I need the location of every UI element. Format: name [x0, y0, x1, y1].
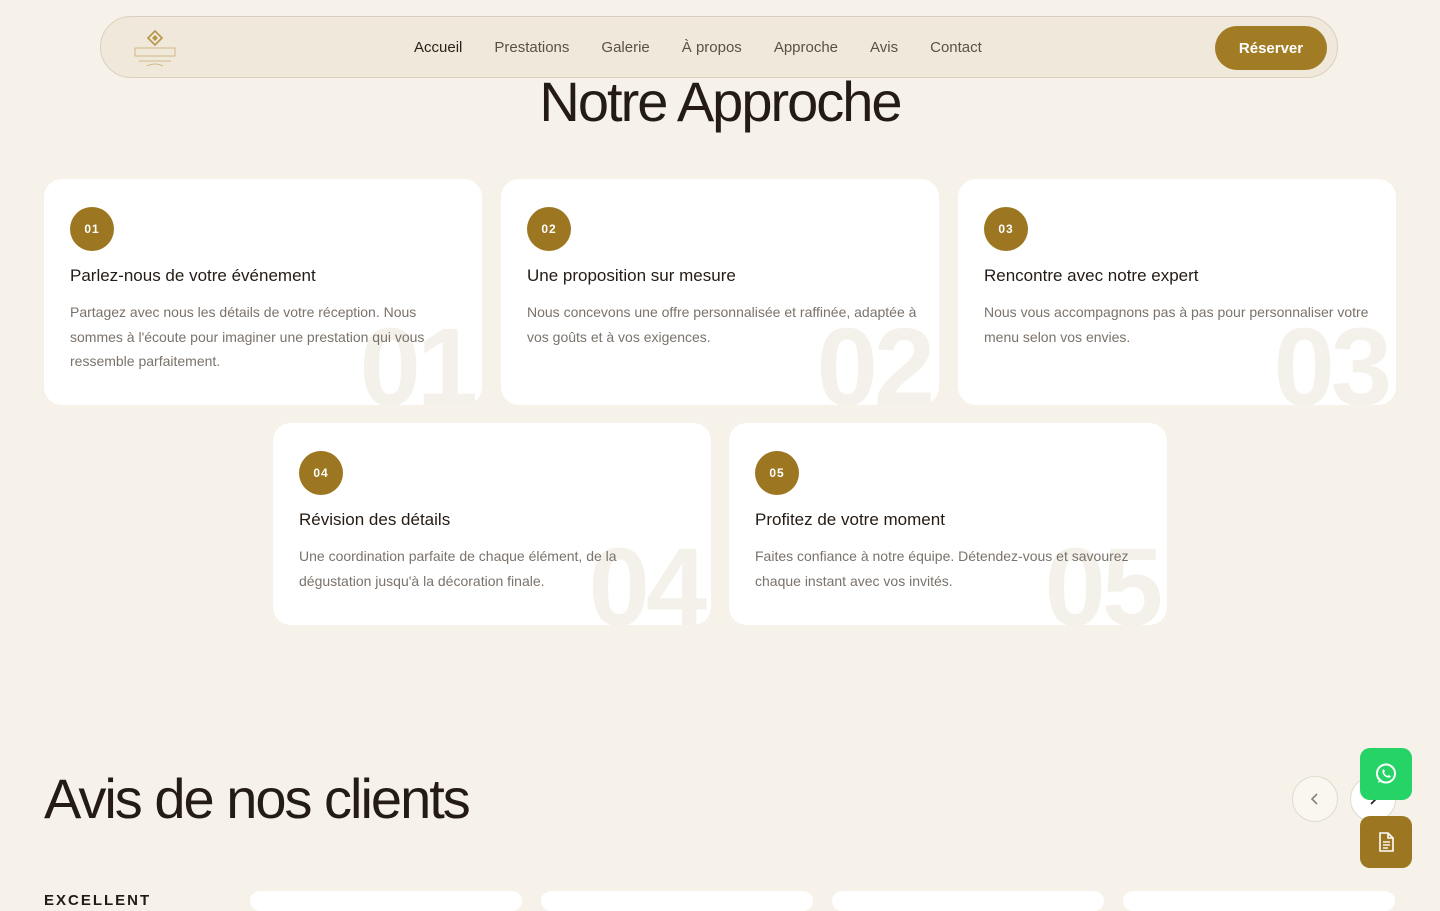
navbar: Accueil Prestations Galerie À propos App… — [100, 16, 1338, 78]
review-card — [541, 891, 813, 911]
document-icon — [1379, 832, 1394, 852]
step-badge: 04 — [299, 451, 343, 495]
step-card-3: 03 Rencontre avec notre expert Nous vous… — [958, 179, 1396, 405]
chevron-left-icon — [1310, 793, 1318, 805]
step-badge: 05 — [755, 451, 799, 495]
step-text: Nous vous accompagnons pas à pas pour pe… — [984, 304, 1369, 345]
nav-link-prestations[interactable]: Prestations — [494, 39, 569, 57]
step-badge: 01 — [70, 207, 114, 251]
review-card — [832, 891, 1104, 911]
step-card-5: 05 Profitez de votre moment Faites confi… — [729, 423, 1167, 625]
step-title: Révision des détails — [299, 510, 451, 529]
approach-title: Notre Approche — [539, 70, 902, 133]
mosaic-logo[interactable] — [131, 27, 179, 69]
step-card-1: 01 Parlez-nous de votre événement Partag… — [44, 179, 482, 405]
nav-link-contact[interactable]: Contact — [930, 39, 982, 57]
nav-link-avis[interactable]: Avis — [870, 39, 898, 57]
nav-link-approche[interactable]: Approche — [774, 39, 838, 57]
step-title: Rencontre avec notre expert — [984, 266, 1199, 285]
nav-link-galerie[interactable]: Galerie — [601, 39, 649, 57]
step-text: Une coordination parfaite de chaque élém… — [299, 548, 617, 589]
document-button[interactable] — [1360, 816, 1412, 868]
nav-link-accueil[interactable]: Accueil — [414, 39, 462, 57]
step-card-2: 02 Une proposition sur mesure Nous conce… — [501, 179, 939, 405]
carousel-prev-button[interactable] — [1292, 776, 1338, 822]
step-title: Profitez de votre moment — [755, 510, 945, 529]
step-card-4: 04 Révision des détails Une coordination… — [273, 423, 711, 625]
reviews-title: Avis de nos clients — [44, 767, 471, 830]
step-text: Faites confiance à notre équipe. Détende… — [755, 548, 1129, 589]
reserve-button[interactable]: Réserver — [1215, 26, 1327, 70]
rating-label: EXCELLENT — [44, 892, 152, 909]
whatsapp-icon — [1376, 763, 1396, 784]
nav-links: Accueil Prestations Galerie À propos App… — [414, 39, 1014, 57]
whatsapp-button[interactable] — [1360, 748, 1412, 800]
nav-link-a-propos[interactable]: À propos — [682, 39, 742, 57]
step-text: Partagez avec nous les détails de votre … — [70, 304, 425, 369]
step-title: Parlez-nous de votre événement — [70, 266, 316, 285]
step-badge: 02 — [527, 207, 571, 251]
review-card — [250, 891, 522, 911]
step-title: Une proposition sur mesure — [527, 266, 736, 285]
step-text: Nous concevons une offre personnalisée e… — [527, 304, 917, 345]
review-card — [1123, 891, 1395, 911]
step-badge: 03 — [984, 207, 1028, 251]
